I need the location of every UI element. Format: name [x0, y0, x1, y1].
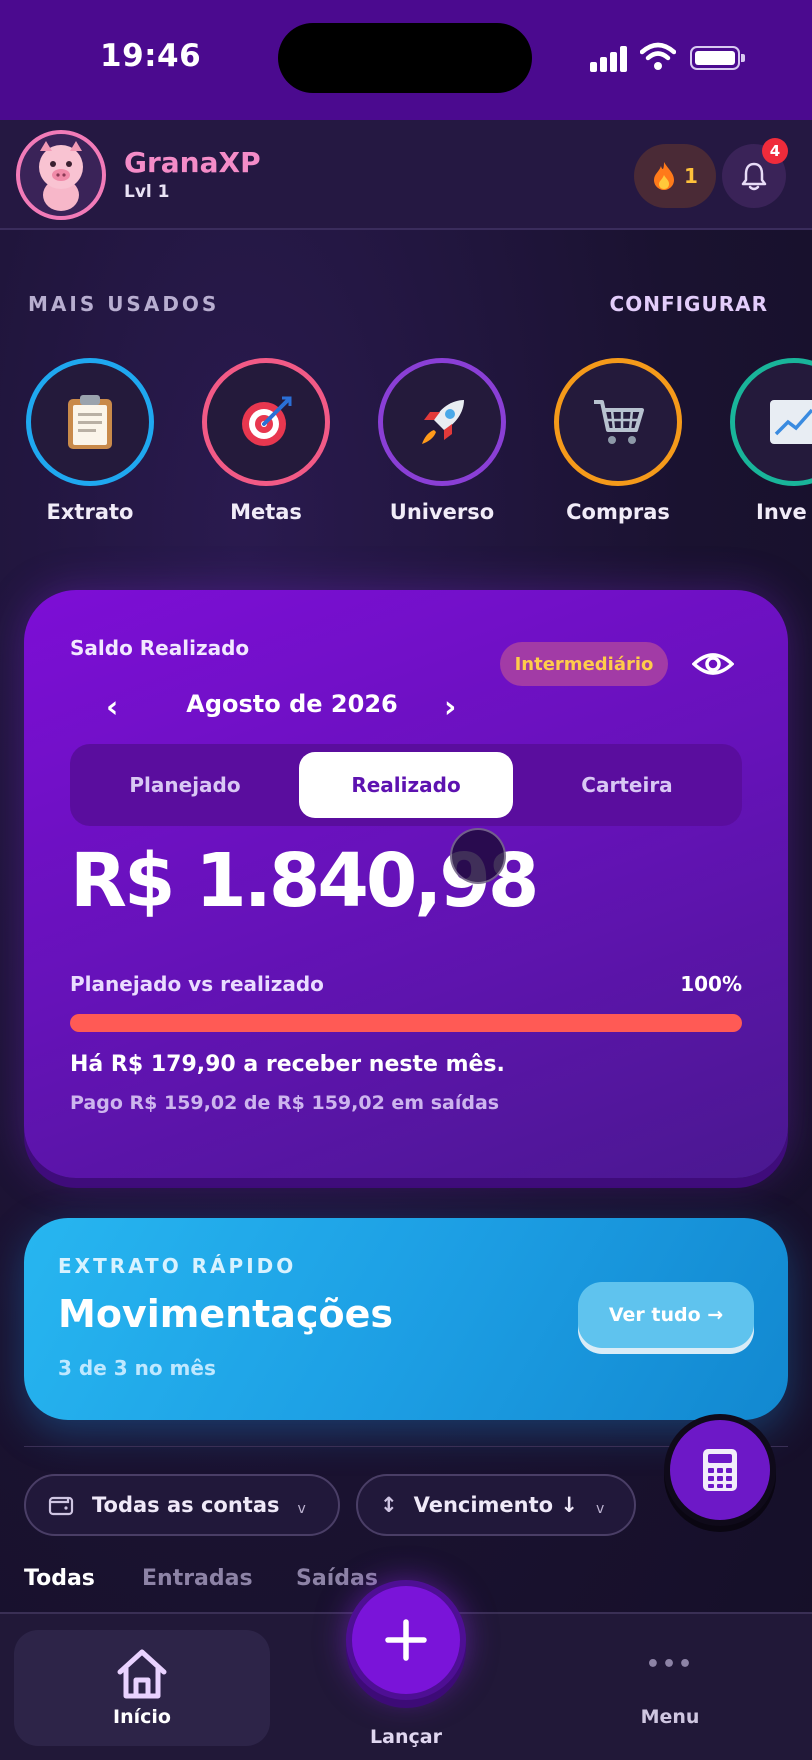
paid-text: Pago R$ 159,02 de R$ 159,02 em saídas [70, 1092, 500, 1114]
configure-button[interactable]: CONFIGURAR [610, 292, 768, 316]
nav-home-label: Início [113, 1706, 171, 1728]
launch-button[interactable] [346, 1580, 466, 1700]
view-segmented-control: Planejado Realizado Carteira [70, 744, 742, 826]
accounts-filter-label: Todas as contas [92, 1493, 280, 1517]
shortcut-label: Metas [230, 500, 302, 524]
shortcut-extrato[interactable]: Extrato [26, 358, 154, 524]
shortcut-label: Compras [566, 500, 670, 524]
app-header: GranaXP Lvl 1 1 4 [0, 120, 812, 230]
wifi-icon [640, 42, 676, 70]
battery-icon [690, 46, 745, 70]
flame-icon [654, 162, 675, 190]
bell-icon [741, 162, 767, 191]
shortcut-ring [378, 358, 506, 486]
user-level: Lvl 1 [124, 182, 170, 202]
plus-icon [385, 1619, 427, 1661]
nav-launch-label: Lançar [370, 1726, 442, 1748]
shortcut-compras[interactable]: Compras [554, 358, 682, 524]
quick-statement-title: Movimentações [58, 1292, 393, 1336]
app-screen: 19:46 GranaXP Lvl 1 1 4 MAIS USADOS CONF… [0, 0, 812, 1760]
streak-count: 1 [684, 164, 698, 188]
quick-statement-card[interactable]: EXTRATO RÁPIDO Movimentações 3 de 3 no m… [24, 1218, 788, 1420]
calculator-button[interactable] [664, 1414, 776, 1526]
target-icon [242, 396, 292, 446]
avatar[interactable] [16, 130, 106, 220]
chart-icon [770, 400, 812, 444]
most-used-title: MAIS USADOS [28, 292, 220, 316]
notification-badge: 4 [762, 138, 788, 164]
quick-statement-subtitle: 3 de 3 no mês [58, 1356, 216, 1380]
to-receive-text: Há R$ 179,90 a receber neste mês. [70, 1052, 505, 1077]
more-dots-icon: ••• [645, 1652, 695, 1677]
sort-filter-label: Vencimento ↓ [413, 1493, 578, 1517]
shortcut-universo[interactable]: Universo [378, 358, 506, 524]
shortcut-metas[interactable]: Metas [202, 358, 330, 524]
sort-filter[interactable]: ↕ Vencimento ↓ v [356, 1474, 636, 1536]
shortcut-ring [554, 358, 682, 486]
see-all-button[interactable]: Ver tudo → [578, 1282, 754, 1348]
tab-all[interactable]: Todas [24, 1566, 95, 1591]
pig-mascot-icon [39, 141, 83, 211]
nav-home[interactable]: Início [14, 1630, 270, 1746]
shortcut-label: Extrato [46, 500, 134, 524]
shortcut-label: Inve [756, 500, 807, 524]
dynamic-island [278, 23, 532, 93]
calculator-icon [703, 1449, 737, 1491]
tab-expenses[interactable]: Saídas [296, 1566, 378, 1591]
chevron-down-icon: v [297, 1501, 306, 1517]
status-bar: 19:46 [0, 0, 812, 120]
progress-fill [70, 1014, 742, 1032]
tab-income[interactable]: Entradas [142, 1566, 253, 1591]
clipboard-icon [68, 395, 112, 449]
shortcut-ring [202, 358, 330, 486]
status-time: 19:46 [100, 38, 202, 74]
prev-month-button[interactable]: ‹ [106, 690, 118, 725]
planned-vs-realized-percent: 100% [680, 972, 742, 996]
cart-icon [594, 400, 644, 444]
next-month-button[interactable]: › [444, 690, 456, 725]
accounts-filter[interactable]: Todas as contas v [24, 1474, 340, 1536]
sort-icon: ↕ [380, 1493, 398, 1517]
level-badge: Intermediário [500, 642, 668, 686]
segment-wallet[interactable]: Carteira [520, 752, 734, 818]
chevron-down-icon: v [596, 1501, 605, 1517]
segment-realized[interactable]: Realizado [299, 752, 513, 818]
signal-icon [590, 44, 630, 72]
segment-planned[interactable]: Planejado [78, 752, 292, 818]
balance-card: Saldo Realizado Intermediário ‹ Agosto d… [24, 590, 788, 1178]
progress-bar [70, 1014, 742, 1032]
wallet-icon [48, 1496, 74, 1516]
planned-vs-realized-label: Planejado vs realizado [70, 972, 324, 996]
shortcut-label: Universo [389, 500, 495, 524]
app-name: GranaXP [124, 146, 261, 179]
card-title: Saldo Realizado [70, 636, 250, 660]
notifications-button[interactable]: 4 [722, 138, 788, 208]
rocket-icon [422, 400, 464, 444]
shortcut-ring [730, 358, 812, 486]
eye-icon[interactable] [692, 646, 734, 682]
shortcut-ring [26, 358, 154, 486]
shortcut-investimentos[interactable]: Inve [730, 358, 812, 524]
quick-statement-kicker: EXTRATO RÁPIDO [58, 1254, 297, 1278]
nav-menu-label[interactable]: Menu [620, 1706, 720, 1728]
touch-indicator [450, 828, 506, 884]
home-icon [117, 1649, 167, 1699]
month-label: Agosto de 2026 [186, 690, 398, 718]
streak-button[interactable]: 1 [634, 144, 716, 208]
